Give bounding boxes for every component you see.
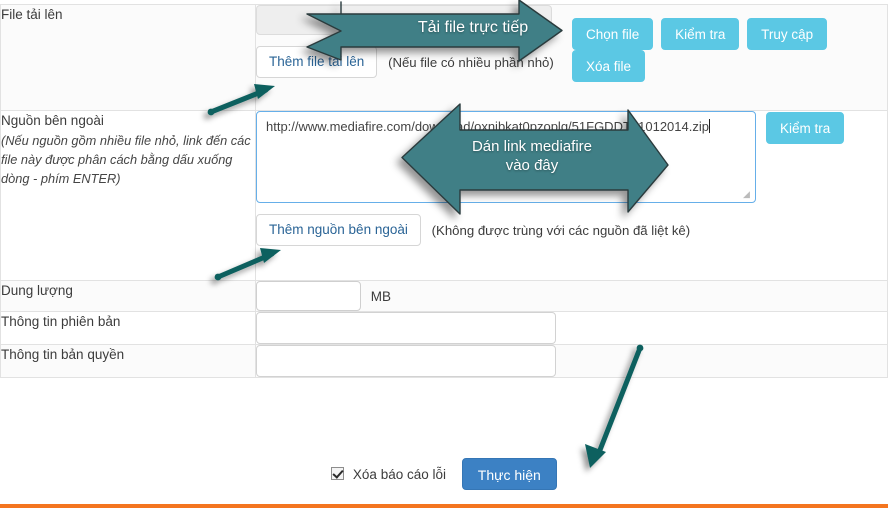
add-source-button[interactable]: Thêm nguồn bên ngoài	[256, 214, 421, 246]
access-file-button[interactable]: Truy cập	[747, 18, 828, 50]
label-external-source-hint: (Nếu nguồn gồm nhiều file nhỏ, link đến …	[1, 132, 251, 186]
delete-file-button[interactable]: Xóa file	[572, 50, 646, 82]
clear-error-report-checkbox[interactable]: Xóa báo cáo lỗi	[331, 466, 446, 482]
version-info-input[interactable]	[256, 312, 556, 344]
label-copyright-info-text: Thông tin bản quyền	[1, 347, 125, 362]
label-version-info: Thông tin phiên bản	[0, 311, 256, 345]
clear-error-report-label: Xóa báo cáo lỗi	[352, 466, 446, 482]
field-external-source: http://www.mediafire.com/download/oxnibk…	[255, 110, 888, 281]
size-unit-label: MB	[370, 288, 392, 304]
label-size: Dung lượng	[0, 280, 256, 312]
field-version-info	[255, 311, 888, 345]
checkbox-checked-icon[interactable]	[331, 467, 345, 481]
label-external-source: Nguồn bên ngoài (Nếu nguồn gồm nhiều fil…	[0, 110, 256, 281]
label-file-upload-text: File tải lên	[1, 7, 63, 22]
submit-button[interactable]: Thực hiện	[461, 458, 557, 490]
check-file-button[interactable]: Kiểm tra	[661, 18, 740, 50]
form-footer: Xóa báo cáo lỗi Thực hiện	[0, 458, 888, 490]
choose-file-button[interactable]: Chọn file	[572, 18, 654, 50]
add-source-note: (Không được trùng với các nguồn đã liệt …	[431, 222, 691, 238]
field-copyright-info	[255, 344, 888, 378]
resize-grip-icon[interactable]: ◢	[743, 190, 752, 199]
file-input[interactable]	[256, 5, 552, 35]
label-copyright-info: Thông tin bản quyền	[0, 344, 256, 378]
copyright-info-input[interactable]	[256, 345, 556, 377]
check-source-button[interactable]: Kiểm tra	[766, 112, 845, 144]
label-file-upload: File tải lên	[0, 4, 256, 111]
table-row-external-source: Nguồn bên ngoài (Nếu nguồn gồm nhiều fil…	[0, 110, 888, 281]
table-row-size: Dung lượng MB	[0, 280, 888, 312]
add-file-button[interactable]: Thêm file tải lên	[256, 46, 378, 78]
add-file-note: (Nếu file có nhiều phần nhỏ)	[388, 54, 554, 70]
label-external-source-text: Nguồn bên ngoài	[1, 113, 104, 128]
table-row-version-info: Thông tin phiên bản	[0, 311, 888, 345]
field-size: MB	[255, 280, 888, 312]
label-size-text: Dung lượng	[1, 283, 73, 298]
external-source-textarea[interactable]: http://www.mediafire.com/download/oxnibk…	[256, 111, 756, 203]
text-caret	[708, 119, 710, 133]
external-source-textarea-value: http://www.mediafire.com/download/oxnibk…	[266, 119, 709, 134]
label-version-info-text: Thông tin phiên bản	[1, 314, 121, 329]
size-input[interactable]	[256, 281, 361, 311]
bottom-orange-divider	[0, 504, 888, 508]
table-row-copyright-info: Thông tin bản quyền	[0, 344, 888, 378]
file-action-buttons: Chọn file Kiểm tra Truy cập Xóa file	[568, 18, 888, 82]
